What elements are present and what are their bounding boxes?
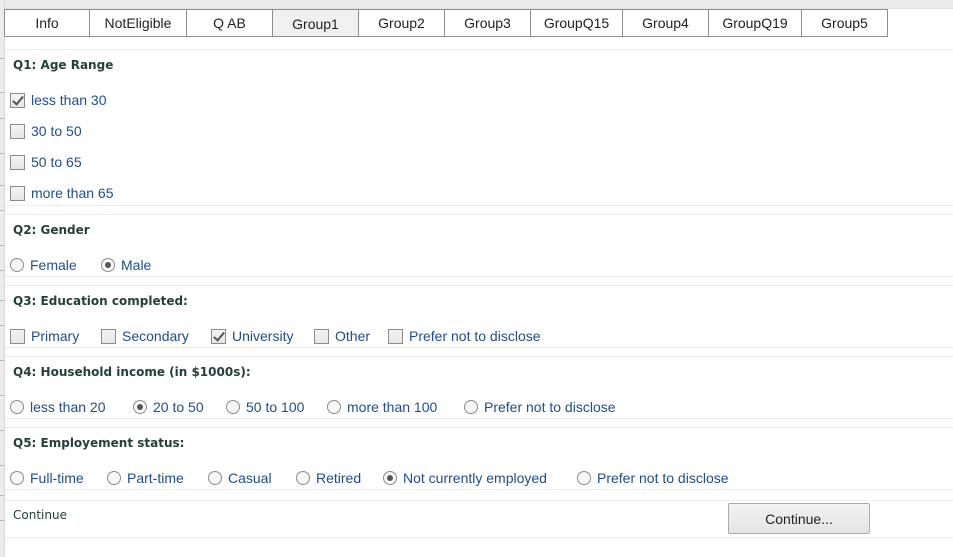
option-label: 50 to 65	[31, 154, 82, 170]
option-50-to-100[interactable]: 50 to 100	[226, 399, 304, 415]
option-university[interactable]: University	[211, 328, 293, 344]
option-female[interactable]: Female	[10, 257, 77, 273]
radio-icon[interactable]	[107, 471, 121, 485]
option-part-time[interactable]: Part-time	[107, 470, 184, 486]
option-label: more than 100	[347, 399, 438, 415]
checkbox-icon[interactable]	[10, 154, 25, 170]
tab-group1[interactable]: Group1	[273, 9, 359, 37]
option-label: 20 to 50	[153, 399, 204, 415]
continue-button[interactable]: Continue...	[728, 503, 870, 534]
option-label: Other	[335, 328, 371, 344]
option-label: more than 65	[31, 185, 114, 201]
option-label: Secondary	[122, 328, 189, 344]
checkbox-icon[interactable]	[388, 328, 403, 344]
option-prefer-not-to-disclose[interactable]: Prefer not to disclose	[388, 328, 541, 344]
tab-noteligible[interactable]: NotEligible	[90, 9, 187, 37]
radio-icon[interactable]	[296, 471, 310, 485]
option-30-to-50[interactable]: 30 to 50	[10, 123, 82, 139]
tab-group2[interactable]: Group2	[359, 9, 445, 37]
option-male[interactable]: Male	[101, 257, 151, 273]
option-secondary[interactable]: Secondary	[101, 328, 189, 344]
question-title: Q3: Education completed:	[13, 294, 188, 308]
radio-selected-icon[interactable]	[101, 258, 115, 272]
option-50-to-65[interactable]: 50 to 65	[10, 154, 82, 170]
tab-group3[interactable]: Group3	[445, 9, 531, 37]
tab-groupq15[interactable]: GroupQ15	[531, 9, 623, 37]
option-label: Casual	[228, 470, 272, 486]
question-q1-panel: Q1: Age Range less than 30 30 to 50 50 t…	[5, 49, 953, 206]
tab-group5[interactable]: Group5	[802, 9, 888, 37]
option-label: Primary	[31, 328, 80, 344]
option-label: Male	[121, 257, 152, 273]
option-other[interactable]: Other	[314, 328, 370, 344]
question-q5-panel: Q5: Employement status: Full-time Part-t…	[5, 427, 953, 490]
option-label: Prefer not to disclose	[597, 470, 729, 486]
option-20-to-50[interactable]: 20 to 50	[133, 399, 204, 415]
option-label: University	[232, 328, 294, 344]
tab-bar: Info NotEligible Q AB Group1 Group2 Grou…	[4, 9, 888, 37]
window-top-bar	[0, 0, 953, 9]
option-label: Not currently employed	[403, 470, 547, 486]
option-label: 30 to 50	[31, 123, 82, 139]
option-not-currently-employed[interactable]: Not currently employed	[383, 470, 547, 486]
checkbox-icon[interactable]	[10, 328, 25, 344]
option-label: less than 20	[30, 399, 106, 415]
radio-icon[interactable]	[10, 471, 24, 485]
option-primary[interactable]: Primary	[10, 328, 79, 344]
option-label: Prefer not to disclose	[409, 328, 541, 344]
tab-groupq19[interactable]: GroupQ19	[709, 9, 802, 37]
radio-icon[interactable]	[226, 400, 240, 414]
radio-icon[interactable]	[10, 400, 24, 414]
option-retired[interactable]: Retired	[296, 470, 361, 486]
question-q4-panel: Q4: Household income (in $1000s): less t…	[5, 356, 953, 419]
option-prefer-not-to-disclose[interactable]: Prefer not to disclose	[464, 399, 616, 415]
question-title: Q1: Age Range	[13, 58, 114, 72]
question-q3-panel: Q3: Education completed: Primary Seconda…	[5, 285, 953, 348]
radio-selected-icon[interactable]	[383, 471, 397, 485]
checkbox-checked-icon[interactable]	[211, 328, 226, 344]
option-label: Full-time	[30, 470, 84, 486]
option-less-than-30[interactable]: less than 30	[10, 92, 107, 108]
option-label: less than 30	[31, 92, 107, 108]
continue-panel: Continue Continue...	[5, 500, 953, 538]
option-label: 50 to 100	[246, 399, 305, 415]
option-prefer-not-to-disclose[interactable]: Prefer not to disclose	[577, 470, 729, 486]
question-q2-panel: Q2: Gender Female Male	[5, 214, 953, 277]
checkbox-icon[interactable]	[10, 185, 25, 201]
tab-q-ab[interactable]: Q AB	[187, 9, 273, 37]
option-label: Part-time	[127, 470, 184, 486]
checkbox-icon[interactable]	[314, 328, 329, 344]
question-title: Q5: Employement status:	[13, 436, 185, 450]
option-more-than-100[interactable]: more than 100	[327, 399, 437, 415]
tab-group4[interactable]: Group4	[623, 9, 709, 37]
option-full-time[interactable]: Full-time	[10, 470, 84, 486]
option-label: Retired	[316, 470, 362, 486]
radio-selected-icon[interactable]	[133, 400, 147, 414]
radio-icon[interactable]	[577, 471, 591, 485]
question-title: Q2: Gender	[13, 223, 90, 237]
checkbox-icon[interactable]	[10, 123, 25, 139]
radio-icon[interactable]	[208, 471, 222, 485]
option-more-than-65[interactable]: more than 65	[10, 185, 114, 201]
question-title: Q4: Household income (in $1000s):	[13, 365, 251, 379]
option-label: Female	[30, 257, 77, 273]
continue-label: Continue	[13, 508, 67, 522]
option-less-than-20[interactable]: less than 20	[10, 399, 106, 415]
checkbox-icon[interactable]	[101, 328, 116, 344]
radio-icon[interactable]	[464, 400, 478, 414]
checkbox-checked-icon[interactable]	[10, 92, 25, 108]
option-label: Prefer not to disclose	[484, 399, 616, 415]
option-casual[interactable]: Casual	[208, 470, 272, 486]
tab-info[interactable]: Info	[4, 9, 90, 37]
radio-icon[interactable]	[10, 258, 24, 272]
radio-icon[interactable]	[327, 400, 341, 414]
